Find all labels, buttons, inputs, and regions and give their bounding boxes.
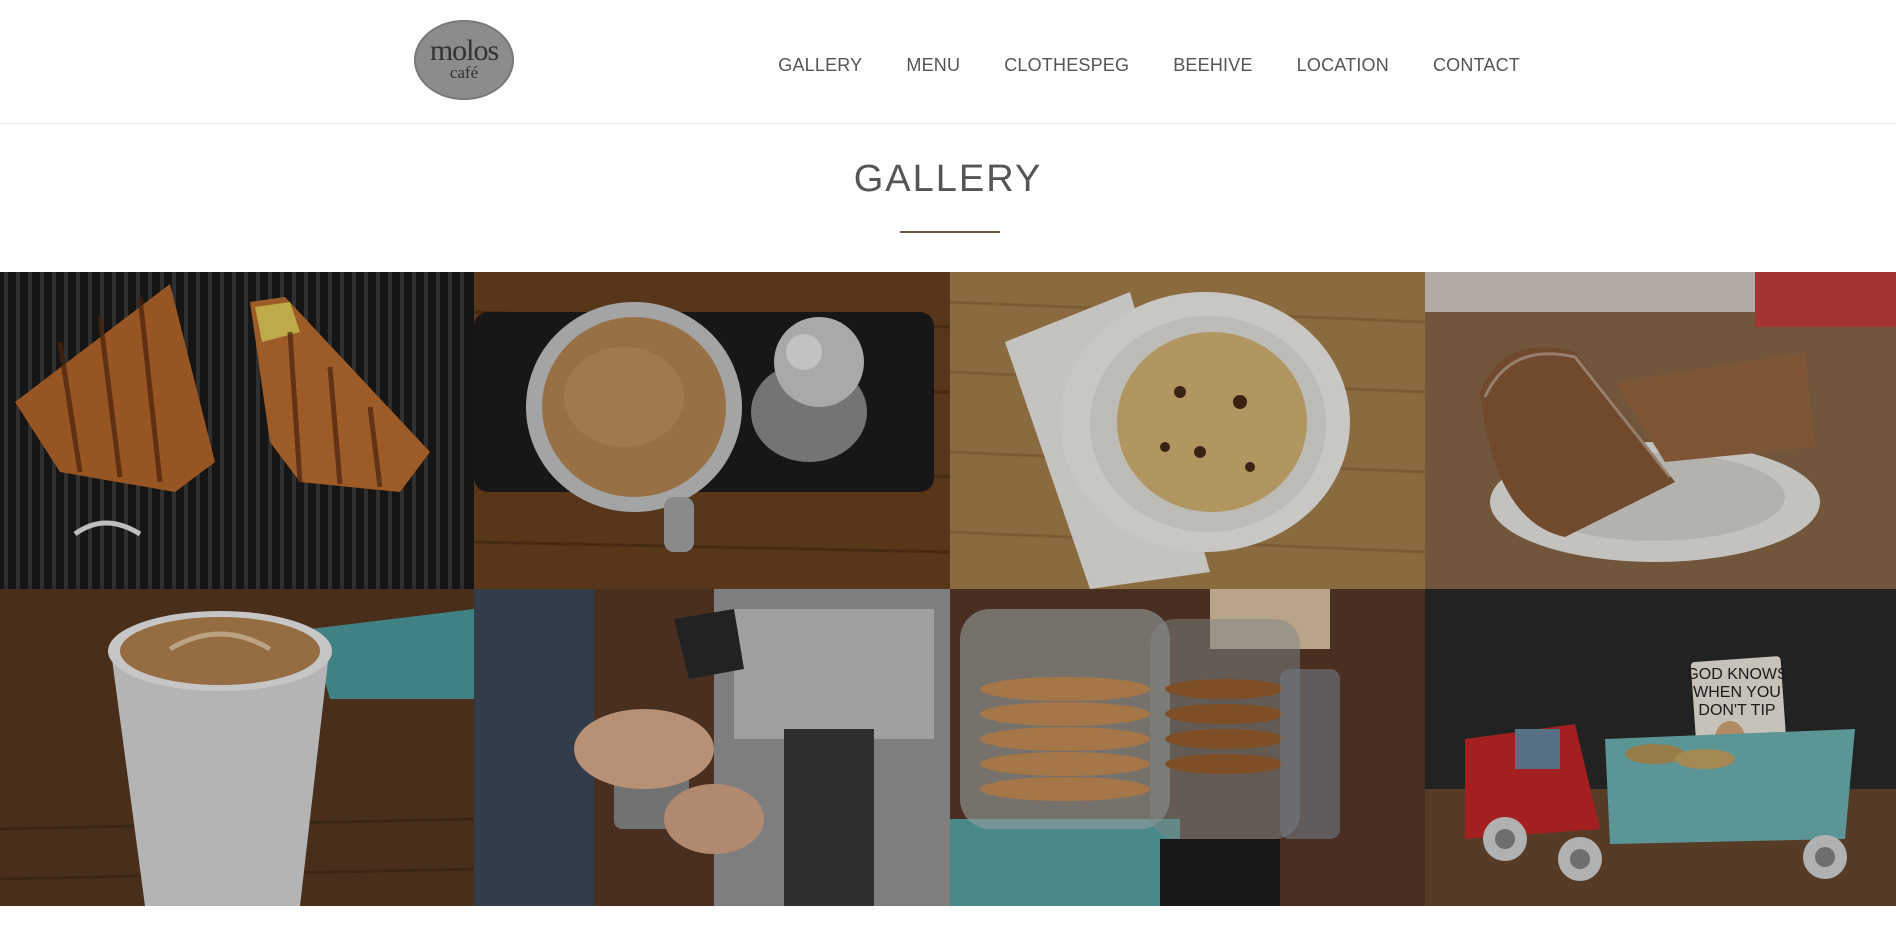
tip-sign-line-3: DON'T TIP: [1698, 702, 1775, 719]
tip-sign-line-1: GOD KNOWS: [1686, 666, 1787, 683]
gallery-image-croissant[interactable]: [0, 272, 474, 589]
gallery-grid: GOD KNOWS WHEN YOU DON'T TIP: [0, 272, 1896, 906]
gallery-image-barista[interactable]: [474, 589, 950, 906]
nav-clothespeg[interactable]: CLOTHESPEG: [1004, 54, 1129, 76]
title-underline: [900, 231, 1000, 233]
nav-beehive[interactable]: BEEHIVE: [1173, 54, 1252, 76]
logo-line-1: molos: [429, 33, 499, 67]
gallery-image-cookie-plate[interactable]: [950, 272, 1425, 589]
gallery-image-toy-truck-tip-jar[interactable]: GOD KNOWS WHEN YOU DON'T TIP: [1425, 589, 1896, 906]
gallery-image-latte-cup[interactable]: [0, 589, 474, 906]
gallery-image-banana-bread[interactable]: [1425, 272, 1896, 589]
gallery-image-cookie-jars[interactable]: [950, 589, 1425, 906]
page-title: GALLERY: [853, 158, 1043, 200]
site-header: molos café GALLERY MENU CLOTHESPEG BEEHI…: [0, 0, 1896, 124]
nav-menu[interactable]: MENU: [906, 54, 960, 76]
nav-contact[interactable]: CONTACT: [1433, 54, 1520, 76]
molos-cafe-logo[interactable]: molos café: [414, 20, 514, 100]
nav-location[interactable]: LOCATION: [1297, 54, 1389, 76]
nav-gallery[interactable]: GALLERY: [778, 54, 862, 76]
logo-line-2: café: [449, 62, 479, 82]
tip-sign-line-2: WHEN YOU: [1693, 684, 1781, 701]
gallery-image-coffee-cup[interactable]: [474, 272, 950, 589]
main-nav: GALLERY MENU CLOTHESPEG BEEHIVE LOCATION…: [778, 54, 1520, 76]
